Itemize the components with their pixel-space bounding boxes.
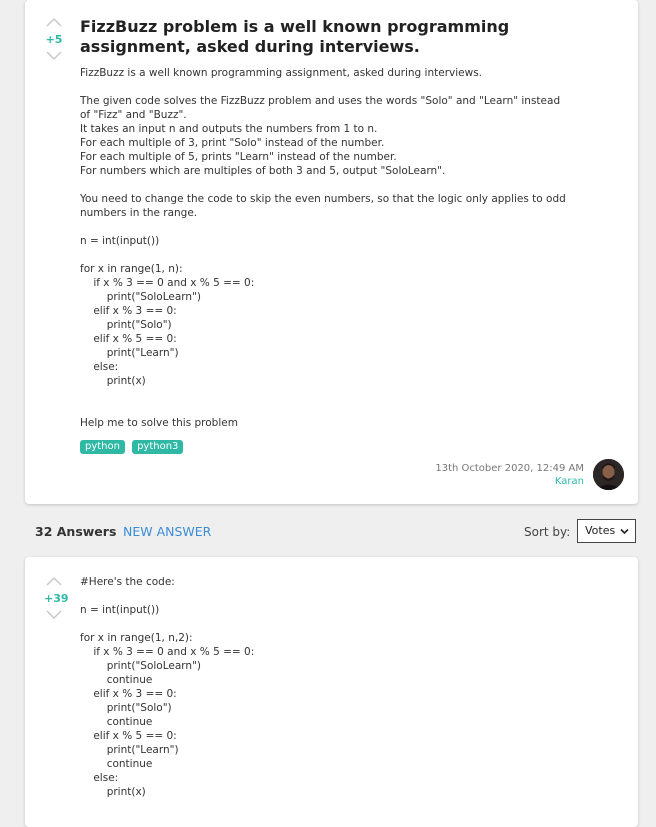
code-line: if x % 3 == 0 and x % 5 == 0: [80,277,255,289]
tag-python3[interactable]: python3 [132,440,184,454]
answers-bar: 32 Answers NEW ANSWER Sort by: Votes [35,519,638,545]
code-line: print("Solo") [80,702,172,714]
code-line: print("Solo") [80,319,172,331]
post-date: 13th October 2020, 12:49 AM [435,463,584,474]
code-line: elif x % 3 == 0: [80,305,177,317]
sort-select[interactable]: Votes [577,519,636,543]
code-line: for x in range(1, n,2): [80,632,193,644]
code-line: print("SoloLearn") [80,291,202,303]
answer-vote-box: +39 [44,576,69,620]
answer-body: #Here's the code: n = int(input()) for x… [80,575,625,799]
code-line: continue [80,716,153,728]
code-line: else: [80,772,119,784]
downvote-icon[interactable] [44,50,64,61]
body-line: For numbers which are multiples of both … [80,165,446,177]
sort-label: Sort by: [524,525,571,539]
body-line: For each multiple of 3, print "Solo" ins… [80,137,385,149]
code-line: n = int(input()) [80,604,160,616]
code-line: else: [80,361,119,373]
body-line: It takes an input n and outputs the numb… [80,123,378,135]
author-link[interactable]: Karan [435,475,584,488]
question-vote-box: +5 [44,17,64,61]
body-line [80,589,625,603]
answer-score: +39 [44,592,69,605]
body-line [80,388,625,402]
body-line: You need to change the code to skip the … [80,193,566,205]
body-line [80,178,625,192]
body-line [80,80,625,94]
answer-card: +39 #Here's the code: n = int(input()) f… [25,557,638,827]
body-line: Help me to solve this problem [80,417,238,429]
question-body: FizzBuzz is a well known programming ass… [80,66,625,430]
sort-selected-value: Votes [585,524,616,537]
body-line [80,220,625,234]
upvote-icon[interactable] [44,576,64,587]
body-line: For each multiple of 5, prints "Learn" i… [80,151,397,163]
code-line: print(x) [80,375,146,387]
code-line: if x % 3 == 0 and x % 5 == 0: [80,646,255,658]
code-line: elif x % 3 == 0: [80,688,177,700]
downvote-icon[interactable] [44,609,64,620]
avatar[interactable] [593,459,624,490]
new-answer-button[interactable]: NEW ANSWER [123,524,211,539]
post-meta: 13th October 2020, 12:49 AM Karan [435,462,584,488]
body-line [80,402,625,416]
question-title: FizzBuzz problem is a well known program… [80,17,510,56]
body-line: FizzBuzz is a well known programming ass… [80,67,482,79]
upvote-icon[interactable] [44,17,64,28]
code-line: print("Learn") [80,744,179,756]
code-line: print(x) [80,786,146,798]
answers-count: 32 Answers [35,524,117,539]
code-line: elif x % 5 == 0: [80,333,177,345]
code-line: continue [80,674,153,686]
code-line: n = int(input()) [80,235,160,247]
body-line: of "Fizz" and "Buzz". [80,109,187,121]
code-line: continue [80,758,153,770]
body-line: numbers in the range. [80,207,198,219]
tag-list: python python3 [80,434,185,454]
body-line: The given code solves the FizzBuzz probl… [80,95,561,107]
code-line: print("SoloLearn") [80,660,202,672]
code-line: print("Learn") [80,347,179,359]
chevron-down-icon [620,528,629,535]
body-line: #Here's the code: [80,576,175,588]
question-score: +5 [45,33,63,46]
code-line: for x in range(1, n): [80,263,183,275]
code-line: elif x % 5 == 0: [80,730,177,742]
tag-python[interactable]: python [80,440,125,454]
question-card: +5 FizzBuzz problem is a well known prog… [25,0,638,504]
avatar-image [593,459,624,490]
